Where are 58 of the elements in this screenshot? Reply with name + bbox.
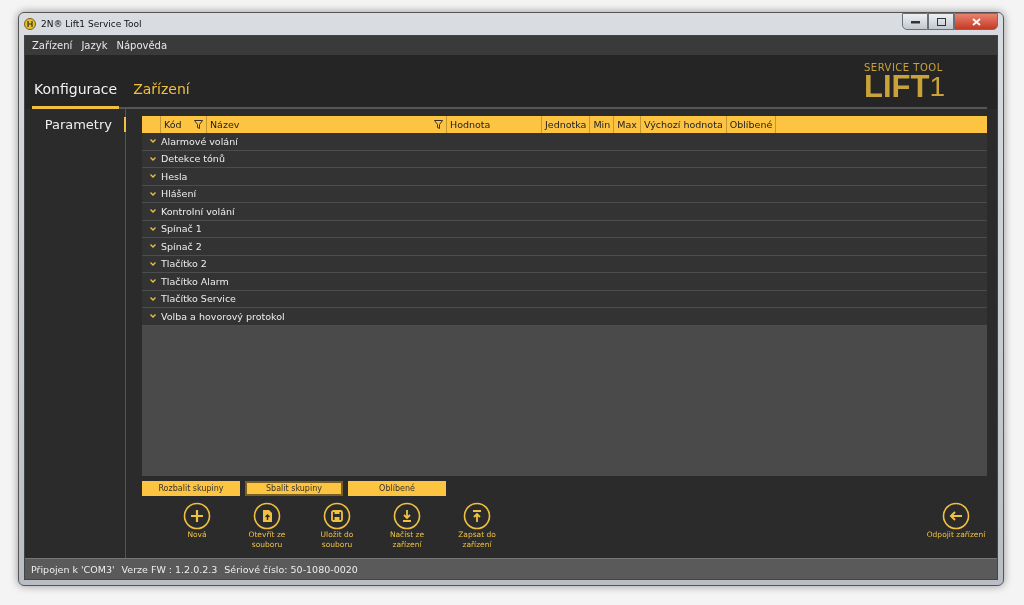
group-label: Tlačítko 2 bbox=[161, 258, 207, 270]
group-label: Volba a hovorový protokol bbox=[161, 310, 285, 322]
chevron-down-icon[interactable] bbox=[150, 296, 156, 301]
chevron-down-icon[interactable] bbox=[150, 209, 156, 214]
upload-icon bbox=[463, 502, 491, 530]
logo-subtitle: SERVICE TOOL bbox=[864, 63, 944, 73]
filter-icon[interactable] bbox=[434, 120, 443, 129]
tab[interactable]: Zařízení bbox=[131, 81, 192, 107]
minimize-button[interactable] bbox=[902, 13, 928, 30]
chevron-down-icon[interactable] bbox=[150, 261, 156, 266]
plus-icon bbox=[183, 502, 211, 530]
sidebar-item[interactable]: Parametry bbox=[44, 117, 126, 132]
group-label: Hesla bbox=[161, 170, 188, 182]
group-label: Hlášení bbox=[161, 188, 197, 200]
group-label: Tlačítko Alarm bbox=[161, 275, 229, 287]
group-label: Kontrolní volání bbox=[161, 205, 235, 217]
menu-item[interactable]: Zařízení bbox=[32, 40, 73, 51]
chevron-down-icon[interactable] bbox=[150, 174, 156, 179]
download-icon bbox=[393, 502, 421, 530]
menu-item[interactable]: Nápověda bbox=[116, 40, 168, 51]
logo-text: LIFT bbox=[864, 73, 930, 101]
toggle-button[interactable]: Oblíbené bbox=[348, 481, 446, 496]
chevron-down-icon[interactable] bbox=[150, 191, 156, 196]
group-row[interactable]: Alarmové volání bbox=[142, 133, 987, 151]
toggle-button[interactable]: Rozbalit skupiny bbox=[142, 481, 240, 496]
group-label: Alarmové volání bbox=[161, 135, 238, 147]
menu-item[interactable]: Jazyk bbox=[81, 40, 108, 51]
group-row[interactable]: Spínač 2 bbox=[142, 238, 987, 256]
chevron-down-icon[interactable] bbox=[150, 244, 156, 249]
minimize-icon bbox=[910, 19, 920, 24]
group-label: Spínač 1 bbox=[161, 223, 202, 235]
group-row[interactable]: Tlačítko Alarm bbox=[142, 273, 987, 291]
status-text: Verze FW : 1.2.0.2.3 bbox=[121, 563, 218, 575]
chevron-down-icon[interactable] bbox=[150, 139, 156, 144]
arrow-left-icon bbox=[942, 502, 970, 530]
group-row[interactable]: Volba a hovorový protokol bbox=[142, 308, 987, 326]
chevron-down-icon[interactable] bbox=[150, 226, 156, 231]
status-text: Připojen k 'COM3' bbox=[31, 563, 115, 575]
maximize-button[interactable] bbox=[928, 13, 954, 30]
filter-icon[interactable] bbox=[194, 120, 203, 129]
toggle-button[interactable]: Sbalit skupiny bbox=[245, 481, 343, 496]
chevron-down-icon[interactable] bbox=[150, 279, 156, 284]
group-row[interactable]: Kontrolní volání bbox=[142, 203, 987, 221]
group-label: Spínač 2 bbox=[161, 240, 202, 252]
window-title: 2N® Lift1 Service Tool bbox=[41, 19, 142, 29]
group-label: Tlačítko Service bbox=[161, 293, 236, 305]
close-button[interactable] bbox=[954, 13, 998, 30]
close-icon bbox=[971, 17, 981, 26]
logo-number: 1 bbox=[929, 73, 945, 101]
group-label: Detekce tónů bbox=[161, 153, 225, 165]
floppy-disk-icon bbox=[323, 502, 351, 530]
maximize-icon bbox=[936, 17, 946, 26]
chevron-down-icon[interactable] bbox=[150, 314, 156, 319]
file-upload-icon bbox=[253, 502, 281, 530]
app-icon bbox=[24, 18, 36, 30]
chevron-down-icon[interactable] bbox=[150, 156, 156, 161]
group-row[interactable]: Hesla bbox=[142, 168, 987, 186]
status-text: Sériové číslo: 50-1080-0020 bbox=[224, 563, 358, 575]
